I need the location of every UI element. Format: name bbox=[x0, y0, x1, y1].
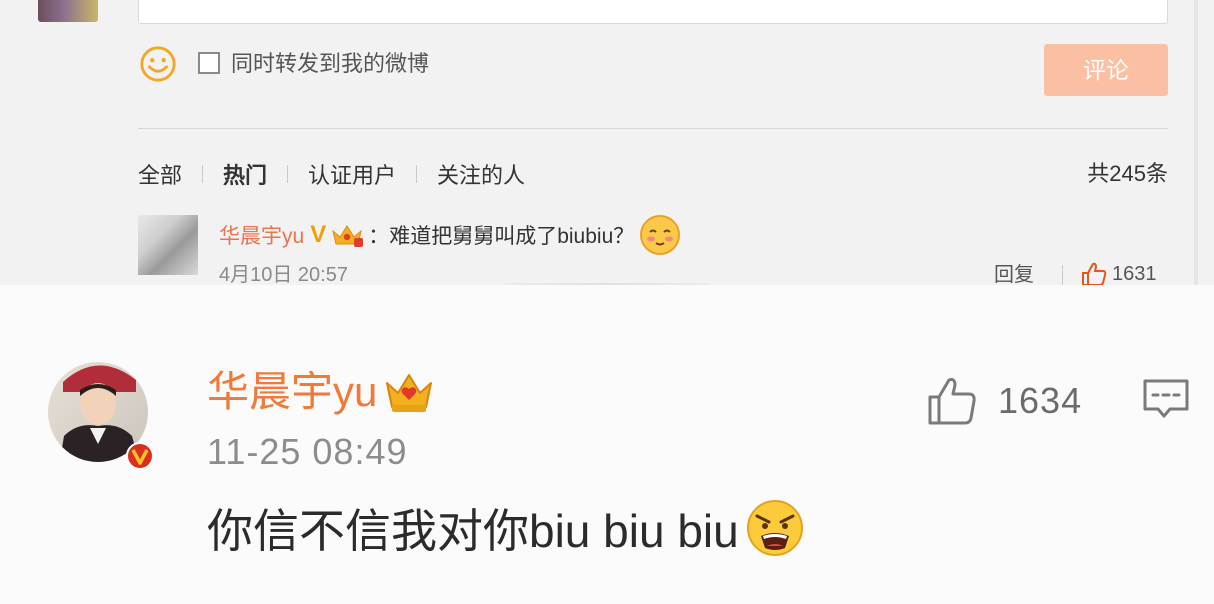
comment-timestamp: 11-25 08:49 bbox=[207, 431, 408, 472]
tab-separator bbox=[202, 165, 204, 183]
comment-text: ：难道把舅舅叫成了biubiu？ bbox=[368, 225, 635, 248]
comment-body: 你信不信我对你biu biu biu bbox=[207, 496, 805, 560]
comment-timestamp: 4月10日 20:57 bbox=[219, 264, 348, 285]
action-separator bbox=[1062, 265, 1063, 285]
scrollbar[interactable] bbox=[1194, 0, 1198, 285]
crown-icon bbox=[386, 374, 433, 412]
reply-link[interactable]: 回复 bbox=[994, 262, 1034, 285]
total-comment-count: 共245条 bbox=[1087, 161, 1168, 186]
repost-label: 同时转发到我的微博 bbox=[231, 51, 430, 76]
username[interactable]: 华晨宇yu bbox=[207, 362, 377, 422]
verified-mark: V bbox=[310, 221, 327, 248]
comment-line: 华晨宇yu V ：难道把舅舅叫成了biubiu？ bbox=[219, 215, 682, 255]
avatar[interactable] bbox=[48, 352, 152, 472]
angry-emoji-icon bbox=[746, 500, 803, 556]
thumbs-up-icon bbox=[1082, 262, 1107, 285]
smile-icon[interactable] bbox=[139, 45, 177, 83]
like-button[interactable]: 1634 bbox=[926, 375, 1082, 427]
tab-separator bbox=[287, 165, 289, 183]
commenter-username[interactable]: 华晨宇yu bbox=[219, 220, 304, 250]
commenter-avatar[interactable] bbox=[138, 215, 198, 275]
like-count: 1631 bbox=[1112, 262, 1157, 285]
comment-header: 华晨宇yu bbox=[207, 362, 435, 422]
thumbs-up-icon bbox=[928, 378, 976, 425]
current-user-avatar bbox=[38, 0, 98, 22]
tab-hot[interactable]: 热门 bbox=[223, 158, 267, 190]
reply-icon[interactable] bbox=[1142, 378, 1190, 422]
tab-separator bbox=[416, 165, 418, 183]
crown-icon bbox=[332, 225, 364, 247]
tab-verified-users[interactable]: 认证用户 bbox=[308, 158, 396, 190]
comment-filter-tabs: 全部 热门 认证用户 关注的人 bbox=[138, 158, 525, 190]
comment-submit-button[interactable]: 评论 bbox=[1044, 44, 1168, 96]
blush-emoji-icon bbox=[640, 215, 681, 255]
tab-following[interactable]: 关注的人 bbox=[437, 158, 525, 190]
like-count: 1634 bbox=[998, 380, 1083, 421]
like-button[interactable]: 1631 bbox=[1080, 260, 1157, 285]
tab-all[interactable]: 全部 bbox=[138, 158, 182, 190]
divider bbox=[138, 128, 1168, 129]
comment-text: 你信不信我对你biu biu biu bbox=[207, 505, 739, 557]
comment-input[interactable] bbox=[138, 0, 1168, 24]
repost-checkbox[interactable] bbox=[198, 52, 220, 74]
top-comment-panel: 同时转发到我的微博 评论 全部 热门 认证用户 关注的人 共245条 华晨宇yu… bbox=[0, 0, 1214, 285]
